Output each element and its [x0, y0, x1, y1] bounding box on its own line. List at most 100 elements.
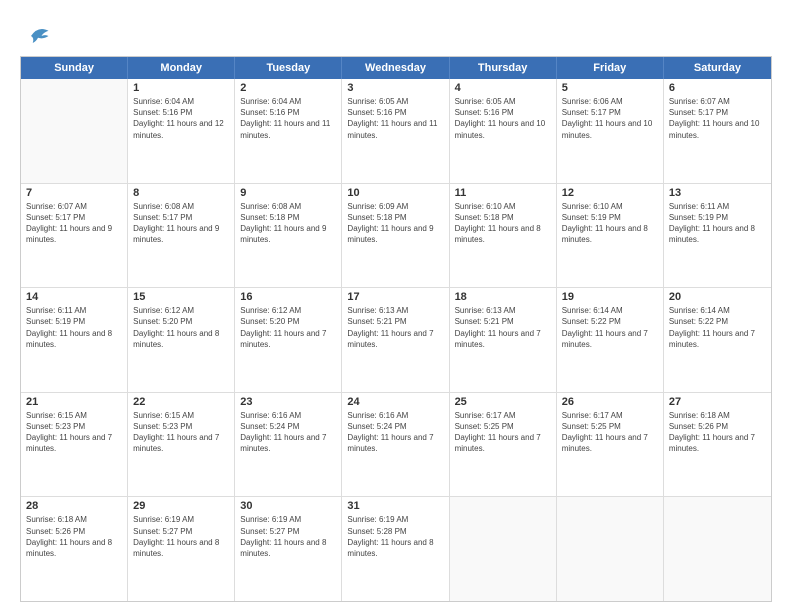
header-cell-friday: Friday — [557, 57, 664, 79]
day-cell-empty — [664, 497, 771, 601]
calendar-row-1: 1 Sunrise: 6:04 AMSunset: 5:16 PMDaylight… — [21, 79, 771, 184]
day-cell-28: 28 Sunrise: 6:18 AMSunset: 5:26 PMDayligh… — [21, 497, 128, 601]
calendar-row-3: 14Sunrise: 6:11 AMSunset: 5:19 PMDayligh… — [21, 288, 771, 393]
day-cell-17: 17 Sunrise: 6:13 AMSunset: 5:21 PMDayligh… — [342, 288, 449, 392]
day-number: 4 — [455, 82, 551, 94]
day-number: 10 — [347, 187, 443, 199]
day-number: 13 — [669, 187, 766, 199]
cell-info: Sunrise: 6:18 AMSunset: 5:26 PMDaylight:… — [669, 410, 766, 455]
calendar-row-4: 21 Sunrise: 6:15 AMSunset: 5:23 PMDayligh… — [21, 393, 771, 498]
cell-info: Sunrise: 6:11 AMSunset: 5:19 PMDaylight:… — [669, 201, 766, 246]
cell-info: Sunrise: 6:19 AMSunset: 5:27 PMDaylight:… — [240, 514, 336, 559]
cell-info: Sunrise: 6:17 AMSunset: 5:25 PMDaylight:… — [455, 410, 551, 455]
day-number: 21 — [26, 396, 122, 408]
header-cell-saturday: Saturday — [664, 57, 771, 79]
calendar-page: SundayMondayTuesdayWednesdayThursdayFrid… — [0, 0, 792, 612]
day-number: 18 — [455, 291, 551, 303]
cell-info: Sunrise: 6:16 AMSunset: 5:24 PMDaylight:… — [347, 410, 443, 455]
day-number: 8 — [133, 187, 229, 199]
cell-info: Sunrise: 6:07 AMSunset: 5:17 PMDaylight:… — [669, 96, 766, 141]
cell-info: Sunrise: 6:13 AMSunset: 5:21 PMDaylight:… — [347, 305, 443, 350]
cell-info: Sunrise: 6:06 AMSunset: 5:17 PMDaylight:… — [562, 96, 658, 141]
cell-info: Sunrise: 6:15 AMSunset: 5:23 PMDaylight:… — [26, 410, 122, 455]
cell-info: Sunrise: 6:08 AMSunset: 5:17 PMDaylight:… — [133, 201, 229, 246]
header-cell-wednesday: Wednesday — [342, 57, 449, 79]
day-cell-3: 3 Sunrise: 6:05 AMSunset: 5:16 PMDaylight… — [342, 79, 449, 183]
day-cell-8: 8 Sunrise: 6:08 AMSunset: 5:17 PMDaylight… — [128, 184, 235, 288]
day-cell-12: 12 Sunrise: 6:10 AMSunset: 5:19 PMDayligh… — [557, 184, 664, 288]
day-number: 28 — [26, 500, 122, 512]
day-cell-29: 29Sunrise: 6:19 AMSunset: 5:27 PMDayligh… — [128, 497, 235, 601]
calendar-body: 1 Sunrise: 6:04 AMSunset: 5:16 PMDaylight… — [21, 79, 771, 601]
cell-info: Sunrise: 6:18 AMSunset: 5:26 PMDaylight:… — [26, 514, 122, 559]
day-cell-9: 9 Sunrise: 6:08 AMSunset: 5:18 PMDaylight… — [235, 184, 342, 288]
cell-info: Sunrise: 6:09 AMSunset: 5:18 PMDaylight:… — [347, 201, 443, 246]
cell-info: Sunrise: 6:04 AMSunset: 5:16 PMDaylight:… — [240, 96, 336, 141]
day-number: 26 — [562, 396, 658, 408]
day-cell-24: 24 Sunrise: 6:16 AMSunset: 5:24 PMDayligh… — [342, 393, 449, 497]
day-cell-7: 7 Sunrise: 6:07 AMSunset: 5:17 PMDaylight… — [21, 184, 128, 288]
day-cell-11: 11Sunrise: 6:10 AMSunset: 5:18 PMDayligh… — [450, 184, 557, 288]
logo-bird-icon — [24, 22, 52, 50]
logo — [20, 22, 52, 50]
day-number: 9 — [240, 187, 336, 199]
cell-info: Sunrise: 6:12 AMSunset: 5:20 PMDaylight:… — [133, 305, 229, 350]
calendar-row-5: 28 Sunrise: 6:18 AMSunset: 5:26 PMDayligh… — [21, 497, 771, 601]
day-number: 23 — [240, 396, 336, 408]
day-cell-26: 26 Sunrise: 6:17 AMSunset: 5:25 PMDayligh… — [557, 393, 664, 497]
day-cell-5: 5 Sunrise: 6:06 AMSunset: 5:17 PMDaylight… — [557, 79, 664, 183]
day-number: 7 — [26, 187, 122, 199]
header-cell-tuesday: Tuesday — [235, 57, 342, 79]
cell-info: Sunrise: 6:05 AMSunset: 5:16 PMDaylight:… — [455, 96, 551, 141]
day-cell-empty — [21, 79, 128, 183]
day-number: 3 — [347, 82, 443, 94]
day-cell-31: 31 Sunrise: 6:19 AMSunset: 5:28 PMDayligh… — [342, 497, 449, 601]
day-number: 24 — [347, 396, 443, 408]
cell-info: Sunrise: 6:08 AMSunset: 5:18 PMDaylight:… — [240, 201, 336, 246]
day-cell-1: 1Sunrise: 6:04 AMSunset: 5:16 PMDaylight… — [128, 79, 235, 183]
day-number: 6 — [669, 82, 766, 94]
day-cell-16: 16 Sunrise: 6:12 AMSunset: 5:20 PMDayligh… — [235, 288, 342, 392]
day-cell-18: 18 Sunrise: 6:13 AMSunset: 5:21 PMDayligh… — [450, 288, 557, 392]
header-cell-monday: Monday — [128, 57, 235, 79]
day-cell-empty — [450, 497, 557, 601]
day-cell-21: 21 Sunrise: 6:15 AMSunset: 5:23 PMDayligh… — [21, 393, 128, 497]
day-number: 30 — [240, 500, 336, 512]
day-cell-20: 20Sunrise: 6:14 AMSunset: 5:22 PMDayligh… — [664, 288, 771, 392]
day-number: 19 — [562, 291, 658, 303]
day-number: 16 — [240, 291, 336, 303]
day-number: 20 — [669, 291, 766, 303]
cell-info: Sunrise: 6:19 AMSunset: 5:27 PMDaylight:… — [133, 514, 229, 559]
day-cell-empty — [557, 497, 664, 601]
cell-info: Sunrise: 6:12 AMSunset: 5:20 PMDaylight:… — [240, 305, 336, 350]
day-cell-2: 2 Sunrise: 6:04 AMSunset: 5:16 PMDaylight… — [235, 79, 342, 183]
day-number: 25 — [455, 396, 551, 408]
cell-info: Sunrise: 6:17 AMSunset: 5:25 PMDaylight:… — [562, 410, 658, 455]
page-header — [20, 18, 772, 50]
day-cell-13: 13 Sunrise: 6:11 AMSunset: 5:19 PMDayligh… — [664, 184, 771, 288]
cell-info: Sunrise: 6:19 AMSunset: 5:28 PMDaylight:… — [347, 514, 443, 559]
header-cell-sunday: Sunday — [21, 57, 128, 79]
cell-info: Sunrise: 6:10 AMSunset: 5:19 PMDaylight:… — [562, 201, 658, 246]
day-number: 1 — [133, 82, 229, 94]
day-number: 27 — [669, 396, 766, 408]
calendar: SundayMondayTuesdayWednesdayThursdayFrid… — [20, 56, 772, 602]
cell-info: Sunrise: 6:16 AMSunset: 5:24 PMDaylight:… — [240, 410, 336, 455]
header-cell-thursday: Thursday — [450, 57, 557, 79]
day-cell-15: 15Sunrise: 6:12 AMSunset: 5:20 PMDayligh… — [128, 288, 235, 392]
day-number: 31 — [347, 500, 443, 512]
day-number: 22 — [133, 396, 229, 408]
day-cell-14: 14Sunrise: 6:11 AMSunset: 5:19 PMDayligh… — [21, 288, 128, 392]
cell-info: Sunrise: 6:05 AMSunset: 5:16 PMDaylight:… — [347, 96, 443, 141]
day-number: 12 — [562, 187, 658, 199]
day-cell-30: 30 Sunrise: 6:19 AMSunset: 5:27 PMDayligh… — [235, 497, 342, 601]
day-cell-22: 22Sunrise: 6:15 AMSunset: 5:23 PMDayligh… — [128, 393, 235, 497]
day-cell-27: 27 Sunrise: 6:18 AMSunset: 5:26 PMDayligh… — [664, 393, 771, 497]
cell-info: Sunrise: 6:07 AMSunset: 5:17 PMDaylight:… — [26, 201, 122, 246]
day-number: 17 — [347, 291, 443, 303]
day-number: 2 — [240, 82, 336, 94]
day-number: 5 — [562, 82, 658, 94]
day-number: 14 — [26, 291, 122, 303]
day-number: 11 — [455, 187, 551, 199]
cell-info: Sunrise: 6:13 AMSunset: 5:21 PMDaylight:… — [455, 305, 551, 350]
